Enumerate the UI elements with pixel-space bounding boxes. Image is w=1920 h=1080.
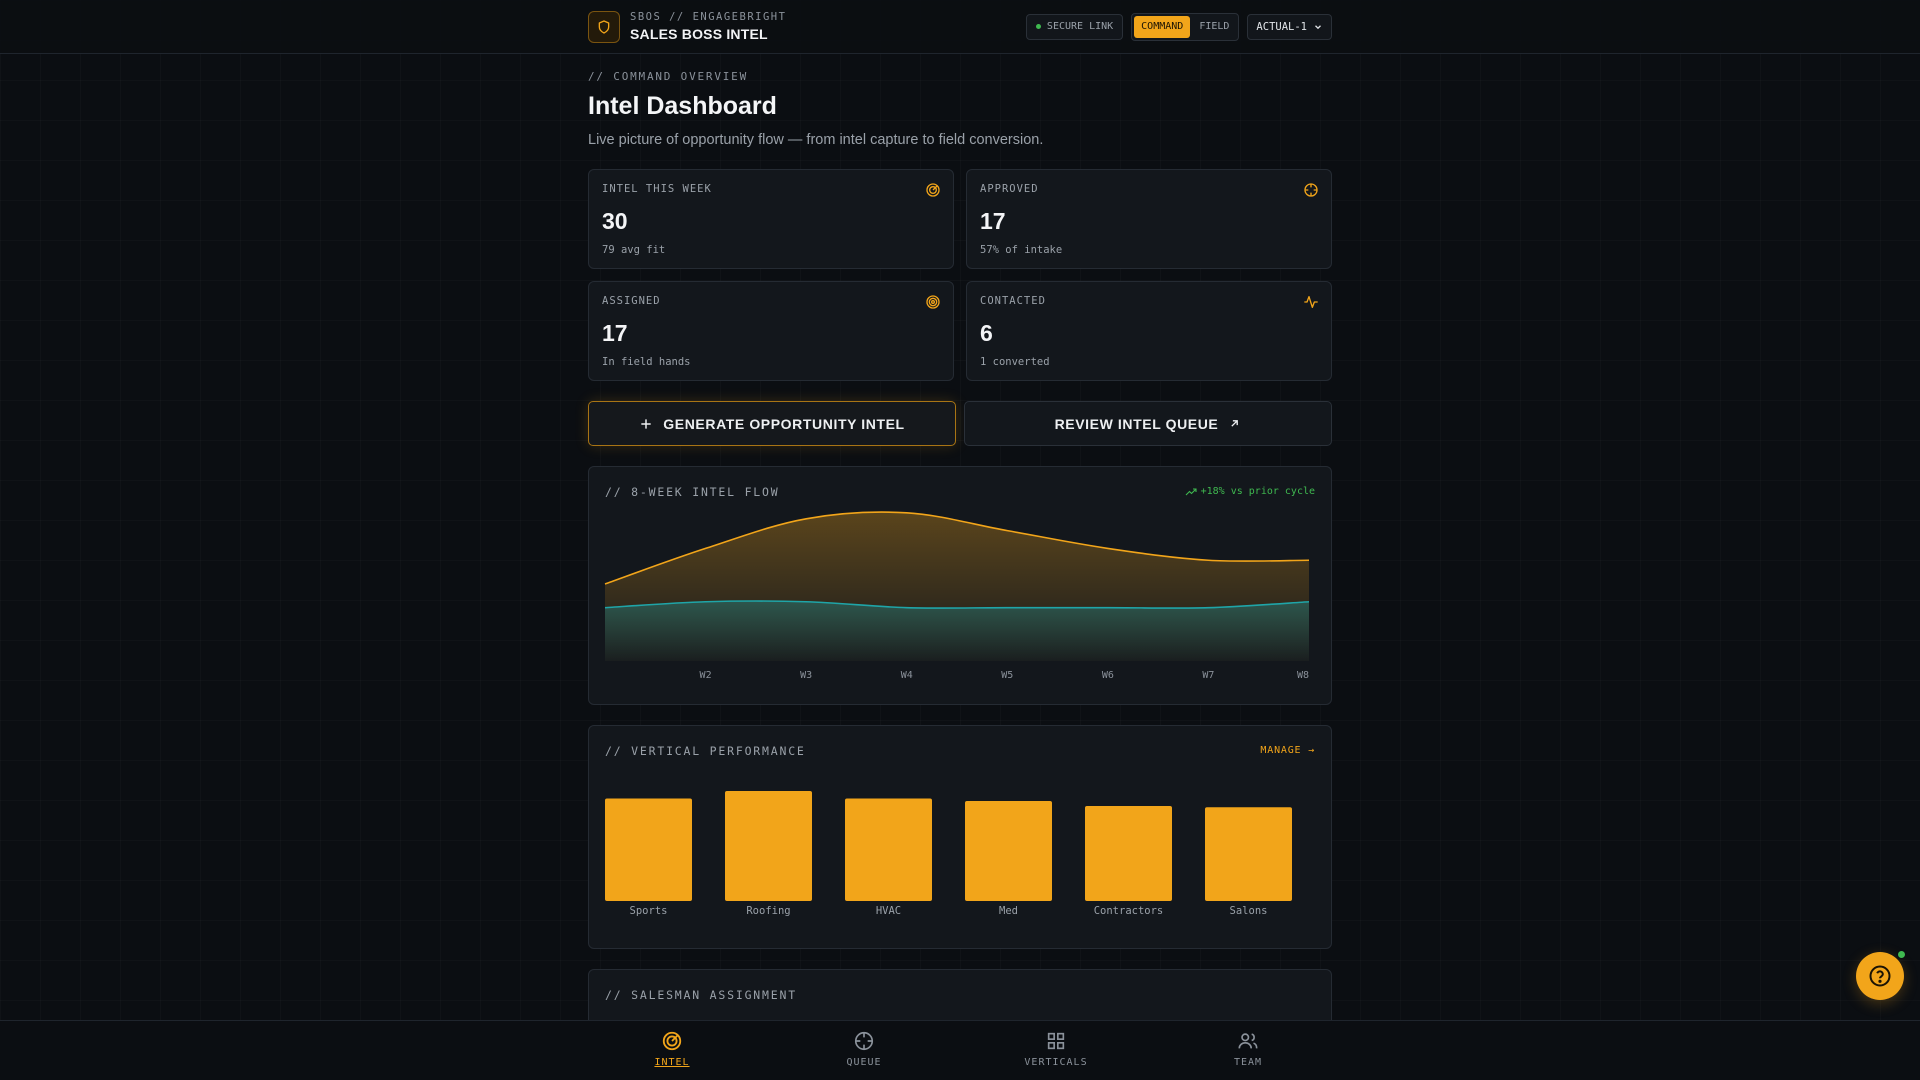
stat-label: INTEL THIS WEEK: [602, 183, 712, 195]
stat-card-contacted[interactable]: CONTACTED 6 1 converted: [966, 281, 1332, 381]
action-row: GENERATE OPPORTUNITY INTEL REVIEW INTEL …: [588, 401, 1332, 446]
crosshair-icon: [1304, 183, 1318, 197]
x-tick-label: W8: [1297, 670, 1309, 681]
series-area: [605, 601, 1309, 661]
generate-intel-button[interactable]: GENERATE OPPORTUNITY INTEL: [588, 401, 956, 446]
secure-link-badge: SECURE LINK: [1025, 13, 1124, 40]
stat-sub: 57% of intake: [980, 244, 1063, 256]
bar-category-label: HVAC: [876, 905, 901, 917]
bar-category-label: Sports: [630, 905, 668, 917]
salesman-assignment-title: // SALESMAN ASSIGNMENT: [605, 988, 797, 1002]
nav-label: VERTICALS: [1024, 1057, 1088, 1068]
bar-category-label: Contractors: [1094, 905, 1164, 917]
status-dot: [1035, 24, 1041, 29]
stat-card-assigned[interactable]: ASSIGNED 17 In field hands: [588, 281, 954, 381]
stats-grid: INTEL THIS WEEK 30 79 avg fit APPROVED 1…: [588, 169, 1332, 381]
stat-sub: In field hands: [602, 356, 691, 368]
bar-salons[interactable]: [1205, 807, 1292, 901]
nav-item-intel[interactable]: INTEL: [576, 1021, 768, 1080]
stat-value: 17: [602, 320, 628, 346]
mode-toggle: COMMAND FIELD: [1131, 12, 1240, 41]
bar-sports[interactable]: [605, 798, 692, 902]
radar-icon: [662, 1031, 682, 1051]
bar-category-label: Roofing: [746, 905, 790, 917]
account-select-value: ACTUAL-1: [1256, 20, 1307, 33]
bar-med[interactable]: [965, 801, 1052, 901]
mode-command-button[interactable]: COMMAND: [1134, 15, 1191, 38]
vertical-performance-panel: // VERTICAL PERFORMANCE MANAGE → Sports R…: [588, 725, 1332, 949]
account-select[interactable]: ACTUAL-1: [1247, 13, 1332, 40]
mode-field-button[interactable]: FIELD: [1192, 16, 1236, 38]
main-content: // COMMAND OVERVIEW Intel Dashboard Live…: [588, 70, 1332, 1029]
generate-intel-label: GENERATE OPPORTUNITY INTEL: [663, 415, 905, 432]
page-subtitle: Live picture of opportunity flow — from …: [588, 132, 1044, 148]
stat-card-intel[interactable]: INTEL THIS WEEK 30 79 avg fit: [588, 169, 954, 269]
stat-label: CONTACTED: [980, 295, 1046, 307]
review-queue-label: REVIEW INTEL QUEUE: [1054, 415, 1219, 432]
nav-label: TEAM: [1233, 1057, 1263, 1068]
help-status-dot: [1897, 950, 1906, 959]
arrow-up-right-icon: [1231, 420, 1239, 427]
nav-item-team[interactable]: TEAM: [1152, 1021, 1344, 1080]
x-tick-label: W4: [901, 670, 913, 681]
review-queue-button[interactable]: REVIEW INTEL QUEUE: [964, 401, 1332, 446]
bar-contractors[interactable]: [1085, 806, 1172, 901]
x-tick-label: W6: [1102, 670, 1114, 681]
stat-card-approved[interactable]: APPROVED 17 57% of intake: [966, 169, 1332, 269]
x-tick-label: W5: [1001, 670, 1013, 681]
bar-category-label: Med: [999, 905, 1018, 917]
secure-link-label: SECURE LINK: [1046, 21, 1114, 32]
help-icon: [1869, 965, 1891, 987]
radar-icon: [926, 183, 940, 197]
shield-icon: [588, 10, 620, 43]
bar-roofing[interactable]: [725, 791, 812, 901]
stat-sub: 79 avg fit: [602, 244, 666, 256]
plus-icon: [641, 418, 651, 429]
target-icon: [926, 295, 940, 309]
intel-flow-chart: W2 W3 W4 W5 W6 W7 W8: [604, 511, 1310, 681]
nav-label: INTEL: [654, 1057, 690, 1068]
stat-sub: 1 converted: [980, 356, 1050, 368]
users-icon: [1238, 1033, 1258, 1049]
stat-value: 30: [602, 208, 628, 234]
stat-value: 6: [980, 320, 993, 346]
page-eyebrow: // COMMAND OVERVIEW: [588, 70, 749, 83]
intel-flow-panel: // 8-WEEK INTEL FLOW +18% vs prior cycle…: [588, 466, 1332, 705]
stat-label: APPROVED: [980, 183, 1039, 195]
x-tick-label: W2: [700, 670, 712, 681]
x-tick-label: W7: [1202, 670, 1214, 681]
grid-icon: [1047, 1032, 1065, 1050]
crosshair-icon: [854, 1031, 874, 1051]
nav-item-queue[interactable]: QUEUE: [768, 1021, 960, 1080]
app-name: SALES BOSS INTEL: [630, 26, 768, 42]
bottom-nav: INTEL QUEUE VERTICALS TEAM: [0, 1020, 1920, 1080]
help-button[interactable]: [1856, 952, 1904, 1000]
vertical-performance-chart: Sports Roofing HVAC Med Contractors Salons: [605, 791, 1292, 917]
page-title: Intel Dashboard: [588, 92, 777, 120]
x-tick-label: W3: [800, 670, 812, 681]
nav-item-verticals[interactable]: VERTICALS: [960, 1021, 1152, 1080]
stat-label: ASSIGNED: [602, 295, 661, 307]
bar-category-label: Salons: [1230, 905, 1268, 917]
stat-value: 17: [980, 208, 1006, 234]
org-line: SBOS // ENGAGEBRIGHT: [630, 11, 787, 23]
bar-hvac[interactable]: [845, 798, 932, 902]
chevron-down-icon: [1315, 24, 1321, 29]
activity-icon: [1304, 296, 1318, 308]
top-bar: SBOS // ENGAGEBRIGHT SALES BOSS INTEL SE…: [0, 0, 1920, 54]
nav-label: QUEUE: [846, 1057, 882, 1068]
